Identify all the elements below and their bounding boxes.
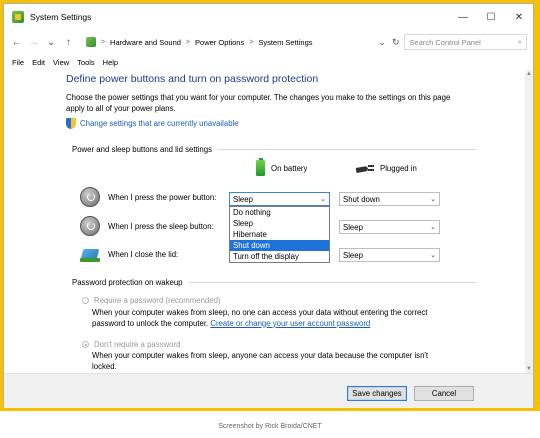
power-button-battery-select[interactable]: Sleep ⌄: [229, 192, 330, 206]
power-button-icon: [80, 187, 100, 207]
recent-locations-chevron-icon[interactable]: ⌄: [44, 34, 57, 50]
page-title: Define power buttons and turn on passwor…: [66, 73, 319, 85]
search-input[interactable]: Search Control Panel ⌕: [403, 34, 527, 50]
sleep-button-label: When I press the sleep button:: [108, 221, 214, 231]
plugged-in-label: Plugged in: [380, 164, 417, 173]
plugged-in-column-header: Plugged in: [356, 164, 417, 173]
close-lid-label: When I close the lid:: [108, 249, 179, 259]
chevron-down-icon: ⌄: [430, 196, 436, 203]
laptop-lid-icon: [80, 246, 100, 262]
option-sleep[interactable]: Sleep: [230, 218, 329, 229]
create-password-link[interactable]: Create or change your user account passw…: [210, 319, 370, 328]
menu-file[interactable]: File: [12, 58, 24, 67]
sleep-button-row: When I press the sleep button:: [80, 216, 214, 236]
battery-icon: [256, 158, 265, 176]
option-shut-down[interactable]: Shut down: [230, 240, 329, 251]
sleep-button-plugged-value: Sleep: [343, 222, 363, 232]
control-panel-crumb-icon: [85, 37, 96, 47]
scroll-down-arrow-icon[interactable]: ▼: [525, 365, 533, 373]
title-bar: System Settings — ☐ ✕: [4, 4, 533, 30]
button-footer: Save changes Cancel: [4, 373, 533, 408]
menu-help[interactable]: Help: [103, 58, 118, 67]
vertical-scrollbar[interactable]: ▲ ▼: [525, 70, 533, 373]
menu-view[interactable]: View: [53, 58, 69, 67]
sleep-button-plugged-select[interactable]: Sleep ⌄: [339, 220, 440, 234]
control-panel-icon: [12, 11, 24, 23]
breadcrumb-separator: >: [100, 38, 106, 46]
require-password-radio[interactable]: [82, 297, 89, 304]
close-button[interactable]: ✕: [505, 4, 533, 30]
window-title: System Settings: [30, 12, 92, 22]
chevron-down-icon: ⌄: [320, 196, 326, 203]
section-divider: [218, 149, 476, 150]
menu-edit[interactable]: Edit: [32, 58, 45, 67]
on-battery-label: On battery: [271, 163, 308, 173]
dont-require-password-label: Don't require a password: [94, 340, 181, 349]
breadcrumb-separator: >: [249, 38, 254, 46]
save-changes-button[interactable]: Save changes: [347, 386, 407, 401]
breadcrumb-hardware-and-sound[interactable]: Hardware and Sound: [110, 38, 181, 47]
maximize-button[interactable]: ☐: [477, 4, 505, 30]
require-password-option[interactable]: Require a password (recommended): [82, 296, 221, 305]
require-password-description: When your computer wakes from sleep, no …: [92, 308, 442, 329]
uac-shield-icon: [66, 118, 76, 129]
search-icon: ⌕: [517, 37, 522, 46]
power-section-title: Power and sleep buttons and lid settings: [72, 145, 213, 154]
close-lid-plugged-select[interactable]: Sleep ⌄: [339, 248, 440, 262]
option-hibernate[interactable]: Hibernate: [230, 229, 329, 240]
close-lid-plugged-value: Sleep: [343, 250, 363, 260]
power-button-battery-value: Sleep: [233, 194, 253, 204]
window-controls: — ☐ ✕: [449, 4, 533, 30]
screenshot-credit: Screenshot by Rick Broida/CNET: [218, 423, 322, 430]
power-action-dropdown-list[interactable]: Do nothing Sleep Hibernate Shut down Tur…: [229, 206, 330, 263]
breadcrumb-separator: >: [185, 38, 191, 46]
power-button-row: When I press the power button:: [80, 187, 216, 207]
change-settings-link[interactable]: Change settings that are currently unava…: [66, 118, 456, 129]
minimize-button[interactable]: —: [449, 4, 477, 30]
close-lid-row: When I close the lid:: [80, 246, 178, 262]
breadcrumb[interactable]: > Hardware and Sound > Power Options > S…: [82, 34, 373, 50]
power-plug-icon: [356, 164, 374, 173]
up-arrow-icon[interactable]: ↑: [62, 34, 75, 50]
require-password-label: Require a password (recommended): [94, 296, 221, 305]
breadcrumb-power-options[interactable]: Power Options: [195, 38, 244, 47]
power-button-plugged-value: Shut down: [343, 194, 380, 204]
main-content: Define power buttons and turn on passwor…: [66, 73, 456, 129]
menu-bar: File Edit View Tools Help: [4, 54, 533, 70]
section-divider: [188, 282, 476, 283]
password-section-title: Password protection on wakeup: [72, 278, 183, 287]
address-bar: ← → ⌄ ↑ > Hardware and Sound > Power Opt…: [4, 31, 533, 53]
scroll-up-arrow-icon[interactable]: ▲: [525, 70, 533, 78]
on-battery-column-header: On battery: [256, 158, 308, 176]
dont-require-password-radio[interactable]: [82, 341, 89, 348]
breadcrumb-system-settings[interactable]: System Settings: [258, 38, 312, 47]
dont-require-password-option[interactable]: Don't require a password: [82, 340, 180, 349]
forward-arrow-icon[interactable]: →: [27, 34, 40, 50]
password-section-header: Password protection on wakeup: [72, 278, 476, 287]
refresh-icon[interactable]: ↻: [392, 37, 400, 48]
page-description: Choose the power settings that you want …: [66, 93, 451, 113]
dont-require-password-description: When your computer wakes from sleep, any…: [92, 351, 429, 371]
address-dropdown-chevron-icon[interactable]: ⌄: [378, 37, 386, 48]
power-button-plugged-select[interactable]: Shut down ⌄: [339, 192, 440, 206]
search-placeholder: Search Control Panel: [409, 37, 481, 47]
chevron-down-icon: ⌄: [430, 252, 436, 259]
power-button-label: When I press the power button:: [108, 192, 217, 202]
cancel-button[interactable]: Cancel: [414, 386, 474, 401]
option-turn-off-display[interactable]: Turn off the display: [230, 251, 329, 262]
chevron-down-icon: ⌄: [430, 224, 436, 231]
change-settings-link-text[interactable]: Change settings that are currently unava…: [80, 119, 239, 128]
power-section-header: Power and sleep buttons and lid settings: [72, 145, 476, 154]
back-arrow-icon[interactable]: ←: [10, 34, 23, 50]
sleep-button-icon: [80, 216, 100, 236]
menu-tools[interactable]: Tools: [77, 58, 95, 67]
option-do-nothing[interactable]: Do nothing: [230, 207, 329, 218]
